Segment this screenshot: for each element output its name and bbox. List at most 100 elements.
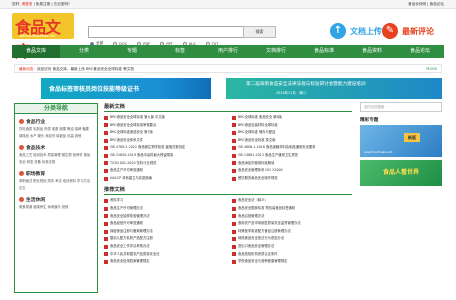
doc-file-icon: [232, 229, 236, 234]
nav-home[interactable]: 食品文库: [12, 45, 60, 58]
doc-file-icon: [104, 146, 108, 151]
banner-seminar[interactable]: 第二届海南食品安全法律法规与标准研讨会暨能力建设培训 2024年11月 · 海口: [226, 78, 442, 99]
nav-materials[interactable]: 食品资料: [348, 45, 396, 58]
doc-file-icon: [104, 244, 108, 249]
register-link[interactable]: 免费注册: [36, 2, 50, 6]
comments-button[interactable]: ✎ 最新评论: [382, 23, 434, 39]
doc-file-icon: [232, 130, 236, 135]
doc-file-icon: [104, 221, 108, 226]
doc-list-item[interactable]: 婴幼儿配方乳粉产品配方注册: [104, 235, 224, 243]
nav-topic[interactable]: 专题: [108, 45, 156, 58]
category-career: 职场教育 求职面试 职业规划 简历 考试 培训资料 学习方法 论文: [19, 171, 91, 190]
top-bar-right-links[interactable]: 食品伙伴网 | 食品论坛: [408, 2, 444, 7]
upload-icon: ↑: [330, 23, 346, 39]
doc-list-item[interactable]: BRC全球标准 储存与配送: [232, 129, 352, 137]
doc-file-icon: [104, 237, 108, 242]
doc-file-icon: [232, 123, 236, 128]
doc-list-item[interactable]: 食品安全工作评议考核办法: [104, 243, 224, 251]
doc-list-item[interactable]: GB 4806.1-2016 食品接触材料及制品通用安全要求: [232, 144, 352, 152]
doc-file-icon: [104, 123, 108, 128]
doc-file-icon: [232, 214, 236, 219]
doc-list-item[interactable]: T/CBJ 001-2020 饮料行业规范: [104, 160, 224, 168]
doc-list-item[interactable]: 网络食品安全违法行为查处办法: [232, 235, 352, 243]
sidebar-title: 分类导航: [15, 104, 97, 114]
doc-list-item[interactable]: BRC食品安全体系文件: [104, 137, 224, 145]
doc-list-item[interactable]: 资料学习: [104, 197, 224, 205]
forgot-password-link[interactable]: 忘记密码?: [54, 2, 70, 6]
doc-list-item[interactable]: BRC全球标准 食品安全 第8版: [232, 114, 352, 122]
doc-list-item[interactable]: 特殊医学用途配方食品注册管理办法: [232, 228, 352, 236]
upload-button[interactable]: ↑ 文档上传: [330, 23, 382, 39]
doc-file-icon: [232, 199, 236, 204]
doc-list-item[interactable]: 食品召回管理办法: [232, 213, 352, 221]
doc-file-icon: [104, 161, 108, 166]
doc-list-item[interactable]: 保健食品注册与备案管理办法: [104, 228, 224, 236]
doc-list-item[interactable]: 食品安全国家标准 预包装食品标签通则: [232, 205, 352, 213]
featured-topic-image[interactable]: 新版 www.foodmate.net: [360, 125, 442, 157]
doc-list-item[interactable]: 食品安全法（释义）: [232, 197, 352, 205]
doc-list-item[interactable]: HACCP 体系建立与实施指南: [104, 175, 224, 183]
doc-list-item[interactable]: GB 31650-2019 食品中兽药最大残留限量: [104, 152, 224, 160]
doc-file-icon: [104, 176, 108, 181]
doc-file-icon: [232, 115, 236, 120]
doc-list-item[interactable]: 餐饮服务食品安全操作规范: [232, 175, 352, 183]
recommend-docs-title: 推荐文档: [104, 186, 352, 196]
doc-list-item[interactable]: 学校食品安全与营养健康管理规定: [232, 258, 352, 266]
doc-file-icon: [104, 153, 108, 158]
new-badge: 新版: [404, 133, 420, 142]
doc-list-item[interactable]: GB 4789.2-2022 食品微生物学检验 菌落总数测定: [104, 144, 224, 152]
doc-list-item[interactable]: 食品安全管理体系 ISO 22000: [232, 167, 352, 175]
doc-list-item[interactable]: BRC全球标准食品安全 第7版: [104, 129, 224, 137]
announcement-text[interactable]: 欢迎访问 食品文库，最新上传 BRC食品安全全球标准 等文档: [37, 67, 134, 71]
doc-file-icon: [232, 259, 236, 264]
site-logo[interactable]: 食品文库 wenku.foodmate.net: [12, 13, 74, 61]
category-icon: [19, 119, 24, 124]
doc-file-icon: [232, 206, 236, 211]
site-search-input[interactable]: 站内文档搜索: [360, 102, 442, 112]
doc-list-item[interactable]: BRC食品安全全球标准 第九版 中文版: [104, 114, 224, 122]
featured-topic-banner[interactable]: 食品人看世界: [360, 160, 442, 186]
search-button[interactable]: 搜索: [243, 26, 276, 38]
nav-tags[interactable]: 标签: [156, 45, 204, 58]
doc-list-item[interactable]: BRC食品安全全球标准审核要点: [104, 122, 224, 130]
doc-list-item[interactable]: 食品添加剂使用标准解读: [232, 160, 352, 168]
doc-file-icon: [104, 168, 108, 173]
main-nav: 食品文库 分类 专题 标签 用户排行 文档排行 食品标准 食品资料 食品论坛: [12, 45, 444, 58]
nav-category[interactable]: 分类: [60, 45, 108, 58]
main-content: 最新文档 BRC食品安全全球标准 第九版 中文版 BRC全球标准 食品安全 第8版…: [104, 103, 352, 266]
doc-list-item[interactable]: BRC食品安全标准 英文版: [232, 137, 352, 145]
doc-list-item[interactable]: BRC食品包装材料全球标准: [232, 122, 352, 130]
doc-list-item[interactable]: 食品生产许可管理办法: [104, 205, 224, 213]
doc-list-item[interactable]: GB 14881-2013 食品生产通用卫生规范: [232, 152, 352, 160]
doc-file-icon: [232, 138, 236, 143]
recent-docs-list: BRC食品安全全球标准 第九版 中文版 BRC全球标准 食品安全 第8版 BRC食品…: [104, 112, 352, 182]
doc-list-item[interactable]: 食品检验机构资质认定条件: [232, 251, 352, 259]
doc-list-item[interactable]: 中华人民共和国农产品质量安全法: [104, 251, 224, 259]
doc-file-icon: [104, 206, 108, 211]
chat-icon: ✎: [382, 23, 398, 39]
doc-file-icon: [104, 130, 108, 135]
category-icon: [19, 171, 24, 176]
more-link[interactable]: MORE: [426, 65, 437, 72]
recommend-docs-list: 资料学习 食品安全法（释义） 食品生产许可管理办法 食品安全国家标准 预包装食品标签通…: [104, 195, 352, 265]
doc-file-icon: [104, 259, 108, 264]
doc-list-item[interactable]: 食用农产品市场销售质量安全监督管理办法: [232, 220, 352, 228]
doc-list-item[interactable]: 食品安全信用档案管理规定: [104, 258, 224, 266]
announcement-bar: 最新动态：欢迎访问 食品文库，最新上传 BRC食品安全全球标准 等文档 MORE: [14, 64, 442, 73]
nav-user-rank[interactable]: 用户排行: [204, 45, 252, 58]
category-food-tech: 食品技术 食品工艺 检测技术 质量管理 微生物 营养学 食品安全 研发 设备 标…: [19, 145, 91, 164]
doc-file-icon: [104, 252, 108, 257]
doc-file-icon: [232, 252, 236, 257]
doc-list-item[interactable]: 进出口食品安全管理办法: [232, 243, 352, 251]
doc-list-item[interactable]: 食品经营许可审查通则: [104, 220, 224, 228]
login-link[interactable]: 请登录: [22, 2, 33, 6]
doc-file-icon: [104, 229, 108, 234]
doc-list-item[interactable]: 食品安全抽样检验管理办法: [104, 213, 224, 221]
top-bar-left: 您好, 请登录 | 免费注册 | 忘记密码?: [12, 1, 70, 6]
nav-doc-rank[interactable]: 文档排行: [252, 45, 300, 58]
banner-certificate[interactable]: 食品标签审核员岗位技能等级证书: [41, 78, 211, 99]
nav-standards[interactable]: 食品标准: [300, 45, 348, 58]
nav-forum[interactable]: 食品论坛: [396, 45, 444, 58]
doc-file-icon: [232, 153, 236, 158]
doc-list-item[interactable]: 食品生产许可审查通则: [104, 167, 224, 175]
